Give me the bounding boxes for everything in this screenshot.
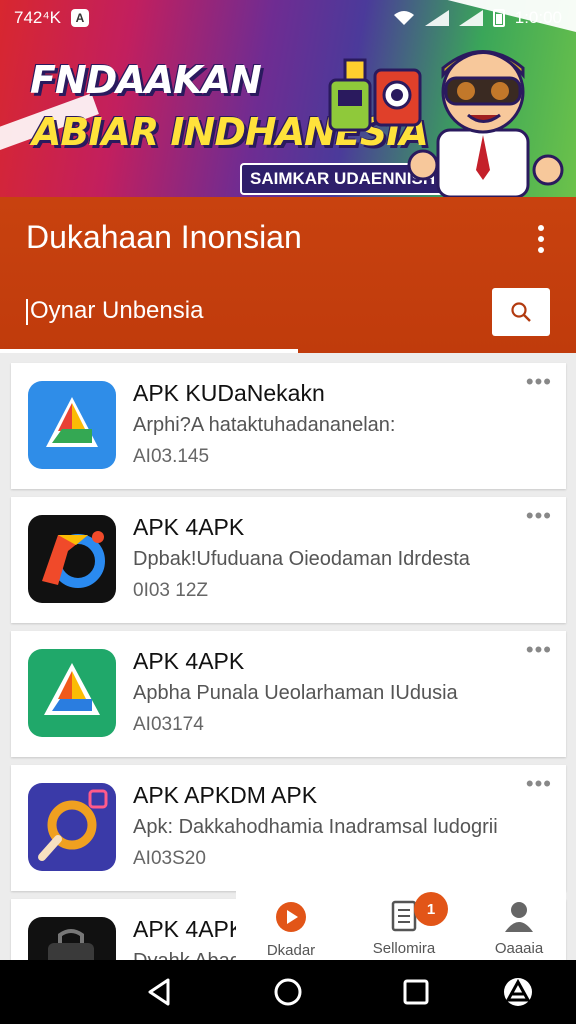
list-item[interactable]: APK APKDM APK Apk: Dakkahodhamia Inadram… bbox=[11, 765, 566, 891]
status-bar: 742⁴K A 1:0:00 bbox=[0, 0, 576, 36]
signal-icon bbox=[458, 10, 483, 26]
more-horizontal-icon[interactable]: ••• bbox=[526, 505, 552, 527]
app-description: Apbha Punala Ueolarhaman IUdusia bbox=[133, 682, 458, 704]
search-icon bbox=[511, 302, 531, 322]
app-name: APK KUDaNekakn bbox=[133, 380, 325, 406]
battery-icon bbox=[492, 9, 505, 27]
back-icon[interactable] bbox=[144, 976, 176, 1008]
notification-icon: A bbox=[71, 9, 90, 27]
app-description: Apk: Dakkahodhamia Inadramsal ludogrii bbox=[133, 816, 498, 838]
list-item[interactable]: APK 4APK Dpbak!Ufuduana Oieodaman Idrdes… bbox=[11, 497, 566, 623]
wifi-icon bbox=[393, 11, 414, 25]
target-icon bbox=[28, 515, 116, 603]
tab-indicator bbox=[0, 349, 298, 353]
search-label-text: Oynar Unbensia bbox=[30, 297, 204, 324]
app-meta: 0I03 12Z bbox=[133, 580, 208, 601]
app-name: APK 4APK bbox=[133, 916, 245, 942]
signal-icon bbox=[424, 10, 449, 26]
app-name: APK 4APK bbox=[133, 648, 245, 674]
search-button[interactable] bbox=[492, 288, 550, 336]
home-icon[interactable] bbox=[272, 976, 304, 1008]
app-name: APK APKDM APK bbox=[133, 782, 318, 808]
status-time: 1:0:00 bbox=[514, 8, 562, 27]
app-meta: AI03S20 bbox=[133, 848, 206, 869]
app-meta: AI03.145 bbox=[133, 446, 210, 467]
tab-oaaaia[interactable]: Oaaaia bbox=[484, 900, 554, 957]
list-item[interactable]: APK KUDaNekakn Arphi?A hataktuhadananela… bbox=[11, 363, 566, 489]
drive-icon bbox=[28, 381, 116, 469]
drive-icon bbox=[28, 649, 116, 737]
accessibility-icon[interactable] bbox=[502, 976, 534, 1008]
app-header: Dukahaan Inonsian Oynar Unbensia bbox=[0, 197, 576, 353]
more-horizontal-icon[interactable]: ••• bbox=[526, 371, 552, 393]
status-time-left: 742⁴K bbox=[14, 8, 62, 27]
tab-label: Dkadar bbox=[266, 942, 316, 959]
person-icon bbox=[505, 902, 533, 932]
app-meta: AI03174 bbox=[133, 714, 204, 735]
app-name: APK 4APK bbox=[133, 514, 245, 540]
more-vertical-icon[interactable] bbox=[526, 219, 556, 259]
lens-icon bbox=[28, 783, 116, 871]
bottom-tab-bar: Dkadar Sellomira 1 Oaaaia bbox=[236, 882, 566, 960]
document-icon bbox=[391, 900, 417, 932]
list-item[interactable]: APK 4APK Apbha Punala Ueolarhaman IUdusi… bbox=[11, 631, 566, 757]
notification-badge: 1 bbox=[414, 892, 448, 926]
tab-dkadar[interactable]: Dkadar bbox=[256, 900, 326, 959]
more-horizontal-icon[interactable]: ••• bbox=[526, 773, 552, 795]
page-title: Dukahaan Inonsian bbox=[26, 219, 302, 255]
app-description: Arphi?A hataktuhadananelan: bbox=[133, 414, 396, 436]
banner-title: FNDAAKAN bbox=[30, 58, 262, 102]
system-nav-bar bbox=[0, 960, 576, 1024]
recents-icon[interactable] bbox=[400, 976, 432, 1008]
more-horizontal-icon[interactable]: ••• bbox=[526, 639, 552, 661]
search-input[interactable]: Oynar Unbensia bbox=[26, 297, 203, 325]
screen: FNDAAKAN ABIAR INDHANESIA SAIMKAR UDAENN… bbox=[0, 0, 576, 1024]
tab-label: Oaaaia bbox=[494, 940, 544, 957]
mascot-illustration bbox=[407, 50, 564, 197]
tab-label: Sellomira bbox=[372, 940, 436, 957]
play-icon bbox=[276, 902, 306, 932]
app-description: Dpbak!Ufuduana Oieodaman Idrdesta bbox=[133, 548, 470, 570]
